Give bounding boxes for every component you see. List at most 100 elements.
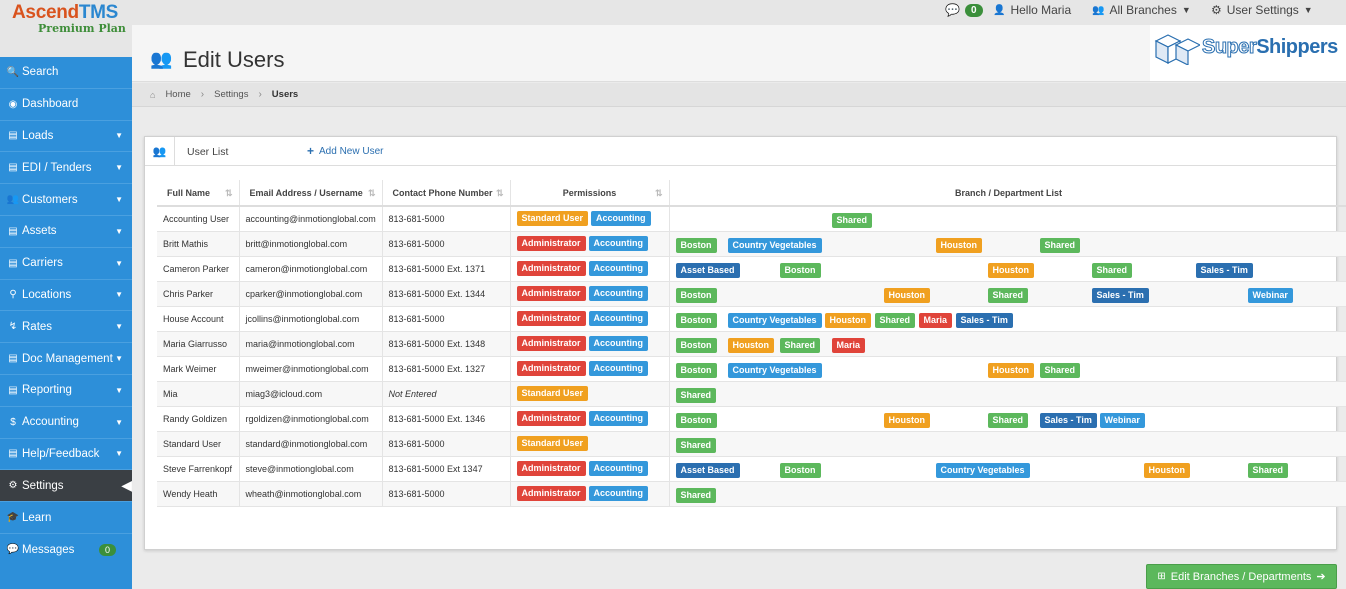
sidebar-item-customers[interactable]: 👥 Customers ▼ — [0, 184, 132, 216]
user-permissions: Administrator Accounting — [510, 456, 670, 482]
breadcrumb-settings[interactable]: Settings — [214, 89, 248, 100]
arrow-right-icon: ➔ — [1316, 571, 1326, 583]
user-email: britt@inmotionglobal.com — [239, 231, 383, 257]
branch-badge: Shared — [675, 437, 717, 453]
edit-branches-button[interactable]: ⊞ Edit Branches / Departments ➔ — [1146, 564, 1337, 589]
branch-badge: Houston — [883, 287, 930, 303]
column-header-phone[interactable]: Contact Phone Number ⇅ — [382, 180, 511, 207]
permission-badge: Administrator — [516, 336, 586, 351]
branch-badge: Webinar — [1099, 412, 1145, 428]
messages-badge: 0 — [98, 543, 116, 556]
user-full-name: Cameron Parker — [157, 256, 240, 282]
caret-down-icon: ▼ — [115, 354, 123, 364]
sidebar-item-carriers[interactable]: ▤ Carriers ▼ — [0, 248, 132, 280]
sort-icon: ⇅ — [224, 188, 233, 198]
add-user-button[interactable]: + Add New User — [307, 144, 383, 158]
table-row[interactable]: Britt Mathis britt@inmotionglobal.com 813-… — [157, 231, 1346, 257]
user-branches: Boston Houston Shared Maria — [669, 331, 1346, 357]
sidebar-item-assets[interactable]: ▤ Assets ▼ — [0, 216, 132, 248]
users-icon: 👥 — [6, 194, 20, 206]
branch-badge: Houston — [883, 412, 930, 428]
sidebar-item-accounting[interactable]: $ Accounting ▼ — [0, 407, 132, 439]
user-permissions: Standard User — [510, 381, 670, 407]
user-phone: 813-681-5000 Ext. 1327 — [382, 356, 511, 382]
user-full-name: Britt Mathis — [157, 231, 240, 257]
sidebar-item-settings[interactable]: ⚙ Settings ◀ — [0, 470, 132, 503]
user-email: jcollins@inmotionglobal.com — [239, 306, 383, 332]
branch-badge: Shared — [1039, 362, 1081, 378]
gear-icon: ⚙ — [8, 480, 18, 492]
column-header-full-name[interactable]: Full Name ⇅ — [157, 180, 240, 207]
sidebar-item-help-feedback[interactable]: ▤ Help/Feedback ▼ — [0, 439, 132, 471]
user-full-name: Mia — [157, 381, 240, 407]
user-permissions: Administrator Accounting — [510, 356, 670, 382]
table-row[interactable]: House Account jcollins@inmotionglobal.com… — [157, 306, 1346, 332]
branch-badge: Boston — [675, 237, 717, 253]
table-row[interactable]: Steve Farrenkopf steve@inmotionglobal.com… — [157, 456, 1346, 482]
table-row[interactable]: Accounting User accounting@inmotionglobal… — [157, 206, 1346, 232]
table-row[interactable]: Standard User standard@inmotionglobal.com… — [157, 431, 1346, 457]
branches-dropdown[interactable]: 👥 All Branches ▼ — [1092, 3, 1191, 17]
table-row[interactable]: Mia miag3@icloud.com Not Entered Standard U… — [157, 381, 1346, 407]
box-logo-icon — [1154, 34, 1200, 65]
column-header-permissions[interactable]: Permissions ⇅ — [510, 180, 670, 207]
caret-down-icon: ▼ — [1181, 5, 1191, 15]
table-row[interactable]: Randy Goldizen rgoldizen@inmotionglobal.c… — [157, 406, 1346, 432]
user-branches: Boston Houston Shared Sales - Tim Webinar — [669, 281, 1346, 307]
user-settings-dropdown[interactable]: ⚙ User Settings ▼ — [1211, 3, 1313, 17]
chevron-right-icon: › — [258, 89, 262, 100]
sidebar-item-rates[interactable]: ↯ Rates ▼ — [0, 311, 132, 344]
sidebar-item-search[interactable]: 🔍 Search — [0, 57, 132, 89]
table-row[interactable]: Wendy Heath wheath@inmotionglobal.com 813-… — [157, 481, 1346, 507]
caret-down-icon: ▼ — [115, 195, 123, 205]
document-icon: ▤ — [8, 448, 18, 460]
sidebar-item-dashboard[interactable]: ◉ Dashboard — [0, 89, 132, 121]
plan-label: Premium Plan — [38, 22, 126, 35]
app-logo[interactable]: AscendTMS Premium Plan — [0, 0, 132, 57]
table-row[interactable]: Mark Weimer mweimer@inmotionglobal.com 813… — [157, 356, 1346, 382]
sidebar-item-doc-management[interactable]: ▤ Doc Management ▼ — [0, 343, 132, 375]
user-branches: Boston Country Vegetables Houston Shared — [669, 231, 1346, 257]
user-email: steve@inmotionglobal.com — [239, 456, 383, 482]
permission-badge: Accounting — [588, 236, 649, 251]
sidebar-item-locations[interactable]: ⚲ Locations ▼ — [0, 280, 132, 312]
table-row[interactable]: Chris Parker cparker@inmotionglobal.com 81… — [157, 281, 1346, 307]
branch-badge: Sales - Tim — [1039, 412, 1097, 428]
user-phone: 813-681-5000 Ext 1347 — [382, 456, 511, 482]
sidebar-item-label: Assets — [22, 225, 57, 238]
permission-badge: Administrator — [516, 486, 586, 501]
user-permissions: Administrator Accounting — [510, 256, 670, 282]
user-icon: 👤 — [993, 4, 1006, 16]
permission-badge: Accounting — [588, 286, 649, 301]
permission-badge: Accounting — [588, 361, 649, 376]
column-header-branches[interactable]: Branch / Department List — [669, 180, 1346, 207]
dashboard-icon: ◉ — [8, 98, 18, 110]
branch-badge: Asset Based — [675, 462, 740, 478]
sidebar-item-reporting[interactable]: ▤ Reporting ▼ — [0, 375, 132, 407]
sidebar-item-loads[interactable]: ▤ Loads ▼ — [0, 121, 132, 153]
user-greeting[interactable]: 👤 Hello Maria — [993, 3, 1071, 17]
user-email: maria@inmotionglobal.com — [239, 331, 383, 357]
branch-badge: Shared — [831, 213, 873, 228]
sidebar-item-messages[interactable]: 💬 Messages 0 — [0, 534, 132, 566]
users-icon: 👥 — [150, 49, 173, 69]
user-full-name: Standard User — [157, 431, 240, 457]
sidebar-item-edi-tenders[interactable]: ▤ EDI / Tenders ▼ — [0, 152, 132, 185]
edit-branches-label: Edit Branches / Departments — [1170, 570, 1312, 583]
sidebar-item-label: Locations — [22, 288, 72, 301]
branch-badge: Boston — [675, 312, 717, 328]
user-branches: Boston Houston Shared Sales - Tim Webinar — [669, 406, 1346, 432]
column-header-email[interactable]: Email Address / Username ⇅ — [239, 180, 383, 207]
messages-indicator[interactable]: 💬 0 — [945, 3, 983, 17]
user-permissions: Administrator Accounting — [510, 281, 670, 307]
branch-badge: Shared — [675, 387, 717, 403]
graduation-icon: 🎓 — [6, 512, 20, 524]
list-icon: ▤ — [8, 257, 18, 269]
gear-icon: ⚙ — [1211, 3, 1222, 17]
table-row[interactable]: Cameron Parker cameron@inmotionglobal.com… — [157, 256, 1346, 282]
table-row[interactable]: Maria Giarrusso maria@inmotionglobal.com 8… — [157, 331, 1346, 357]
document-icon: ▤ — [8, 353, 18, 365]
sidebar-item-learn[interactable]: 🎓 Learn — [0, 502, 132, 534]
branch-badge: Country Vegetables — [935, 462, 1030, 478]
breadcrumb-home[interactable]: Home — [165, 89, 190, 100]
